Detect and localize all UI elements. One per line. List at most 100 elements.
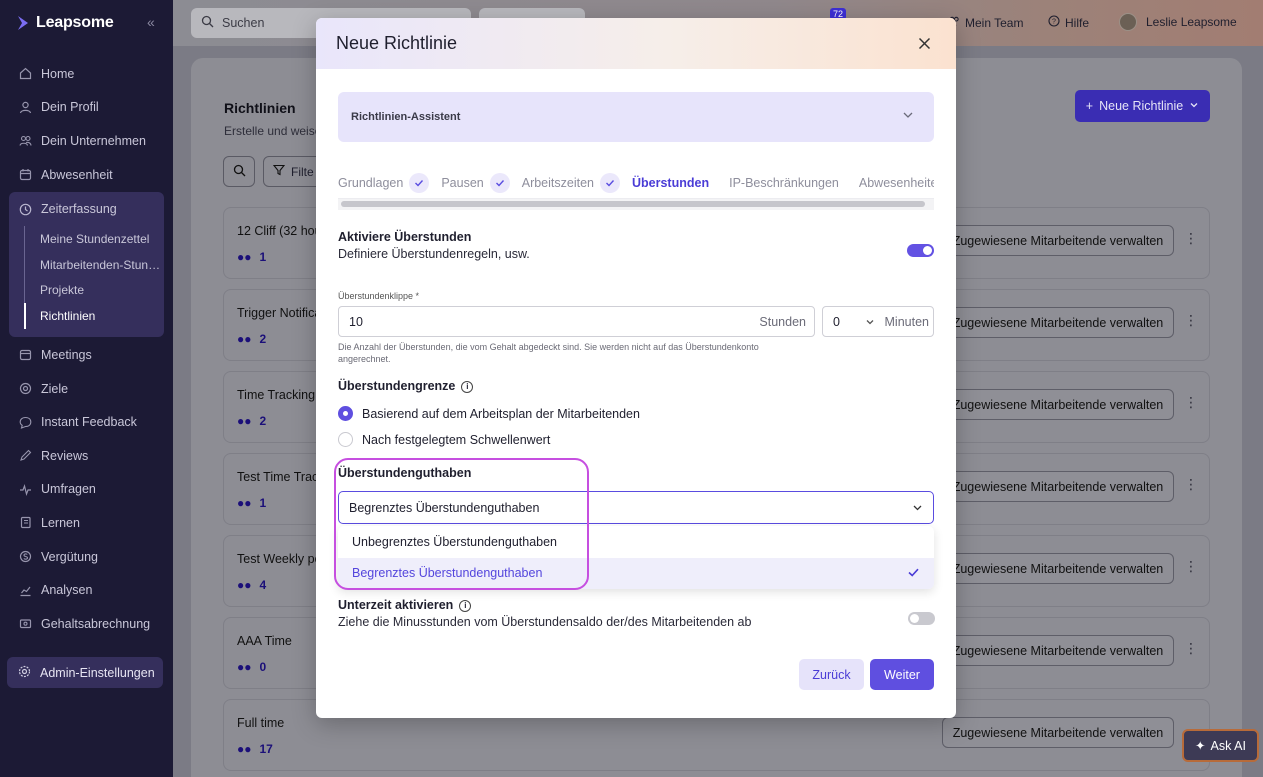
manage-employees-button[interactable]: Zugewiesene Mitarbeitende verwalten bbox=[942, 389, 1174, 420]
manage-employees-button[interactable]: Zugewiesene Mitarbeitende verwalten bbox=[942, 553, 1174, 584]
chat-icon bbox=[18, 415, 32, 429]
filter-button[interactable]: Filte bbox=[263, 156, 323, 187]
more-options-icon[interactable]: ⋮ bbox=[1184, 476, 1198, 493]
more-options-icon[interactable]: ⋮ bbox=[1184, 312, 1198, 329]
sidebar-item-learning[interactable]: Lernen bbox=[0, 506, 173, 540]
limit-option-schedule[interactable]: Basierend auf dem Arbeitsplan der Mitarb… bbox=[338, 406, 640, 421]
manage-employees-button[interactable]: Zugewiesene Mitarbeitende verwalten bbox=[942, 307, 1174, 338]
search-button[interactable] bbox=[223, 156, 255, 187]
undertime-toggle[interactable] bbox=[908, 612, 935, 625]
my-team-link[interactable]: Mein Team bbox=[948, 15, 1023, 30]
more-options-icon[interactable]: ⋮ bbox=[1184, 640, 1198, 657]
step-breaks[interactable]: Pausen bbox=[441, 173, 510, 193]
users-icon: ●● bbox=[237, 496, 252, 510]
scrollbar-thumb[interactable] bbox=[341, 201, 925, 207]
sidebar-item-payroll[interactable]: Gehaltsabrechnung bbox=[0, 607, 173, 641]
step-basics[interactable]: Grundlagen bbox=[338, 173, 430, 193]
info-icon[interactable]: i bbox=[459, 599, 472, 612]
next-button[interactable]: Weiter bbox=[870, 659, 934, 690]
home-icon bbox=[18, 67, 32, 81]
sidebar-item-label: Gehaltsabrechnung bbox=[41, 616, 151, 631]
sidebar-item-instant-feedback[interactable]: Instant Feedback bbox=[0, 405, 173, 439]
new-policy-modal: Neue Richtlinie Richtlinien-Assistent Gr… bbox=[316, 18, 956, 718]
sidebar-item-absence[interactable]: Abwesenheit bbox=[0, 158, 173, 192]
sidebar-item-meetings[interactable]: Meetings bbox=[0, 338, 173, 372]
sidebar-item-label: Instant Feedback bbox=[41, 415, 137, 430]
info-icon[interactable]: i bbox=[461, 380, 474, 393]
sidebar-item-label: Reviews bbox=[41, 448, 89, 463]
filter-icon bbox=[272, 164, 286, 179]
overtime-cliff-minutes-select[interactable]: 0 Minuten bbox=[822, 306, 934, 337]
money-icon bbox=[18, 550, 32, 564]
limit-option-threshold[interactable]: Nach festgelegtem Schwellenwert bbox=[338, 432, 550, 447]
sidebar-item-profile[interactable]: Dein Profil bbox=[0, 91, 173, 125]
step-ip-restrictions[interactable]: IP-Beschränkungen bbox=[729, 176, 839, 190]
chevron-down-icon bbox=[912, 502, 923, 516]
manage-employees-button[interactable]: Zugewiesene Mitarbeitende verwalten bbox=[942, 225, 1174, 256]
sidebar-subitem-employee-timesheets[interactable]: Mitarbeitenden-Stun… bbox=[25, 252, 164, 278]
sidebar-item-home[interactable]: Home bbox=[0, 57, 173, 91]
page-subtitle: Erstelle und weise bbox=[224, 124, 322, 138]
sidebar-item-admin-settings[interactable]: Admin-Einstellungen bbox=[7, 657, 163, 688]
plus-icon: + bbox=[1085, 99, 1094, 113]
sidebar-item-reviews[interactable]: Reviews bbox=[0, 439, 173, 473]
step-working-hours[interactable]: Arbeitszeiten bbox=[522, 173, 620, 193]
option-limited-balance[interactable]: Begrenztes Überstundenguthaben bbox=[338, 557, 934, 589]
chevron-down-icon bbox=[865, 316, 875, 330]
option-unlimited-balance[interactable]: Unbegrenztes Überstundenguthaben bbox=[338, 526, 934, 558]
manage-employees-button[interactable]: Zugewiesene Mitarbeitende verwalten bbox=[942, 635, 1174, 666]
collapse-sidebar-icon[interactable]: « bbox=[147, 14, 155, 30]
policy-assistant-accordion[interactable]: Richtlinien-Assistent bbox=[338, 92, 934, 142]
sidebar-item-company[interactable]: Dein Unternehmen bbox=[0, 124, 173, 158]
overtime-cliff-hours-input[interactable]: 10 Stunden bbox=[338, 306, 815, 337]
option-label: Begrenztes Überstundenguthaben bbox=[352, 566, 543, 581]
steps-scrollbar[interactable] bbox=[338, 198, 934, 210]
sidebar-subitem-projects[interactable]: Projekte bbox=[25, 278, 164, 304]
more-options-icon[interactable]: ⋮ bbox=[1184, 558, 1198, 575]
option-label: Unbegrenztes Überstundenguthaben bbox=[352, 534, 558, 549]
sidebar-item-compensation[interactable]: Vergütung bbox=[0, 540, 173, 574]
step-absences[interactable]: Abwesenheite bbox=[859, 176, 934, 190]
manage-employees-button[interactable]: Zugewiesene Mitarbeitende verwalten bbox=[942, 717, 1174, 748]
sidebar-item-analytics[interactable]: Analysen bbox=[0, 573, 173, 607]
activate-overtime-toggle[interactable] bbox=[907, 244, 934, 257]
step-overtime[interactable]: Überstunden bbox=[632, 176, 709, 190]
app-logo[interactable]: Leapsome bbox=[16, 14, 114, 32]
more-options-icon[interactable]: ⋮ bbox=[1184, 230, 1198, 247]
overtime-balance-select[interactable]: Begrenztes Überstundenguthaben bbox=[338, 491, 934, 524]
close-icon[interactable] bbox=[914, 33, 934, 53]
wizard-steps: Grundlagen Pausen Arbeitszeiten Überstun… bbox=[338, 168, 934, 198]
my-team-label: Mein Team bbox=[965, 15, 1024, 30]
ask-ai-button[interactable]: ✦ Ask AI bbox=[1182, 729, 1259, 762]
sidebar-subitem-my-timesheets[interactable]: Meine Stundenzettel bbox=[25, 226, 164, 252]
radio-unselected[interactable] bbox=[338, 432, 353, 447]
sidebar-item-label: Analysen bbox=[41, 583, 93, 598]
radio-selected[interactable] bbox=[338, 406, 353, 421]
check-icon bbox=[907, 566, 920, 582]
sidebar-item-goals[interactable]: Ziele bbox=[0, 372, 173, 406]
policy-member-count: ●● 1 bbox=[237, 496, 266, 510]
users-icon: ●● bbox=[237, 250, 252, 264]
sidebar-item-label: Admin-Einstellungen bbox=[40, 665, 155, 680]
step-label: Pausen bbox=[441, 176, 484, 190]
help-link[interactable]: ? Hilfe bbox=[1048, 15, 1089, 30]
sidebar-item-time-tracking[interactable]: Zeiterfassung bbox=[9, 192, 164, 226]
sidebar-subitem-policies[interactable]: Richtlinien bbox=[24, 303, 164, 330]
radio-label: Basierend auf dem Arbeitsplan der Mitarb… bbox=[362, 406, 640, 421]
sidebar-item-label: Meetings bbox=[41, 347, 92, 362]
back-button[interactable]: Zurück bbox=[799, 659, 864, 690]
count-value: 0 bbox=[259, 660, 267, 674]
modal-header: Neue Richtlinie bbox=[316, 18, 956, 69]
count-value: 2 bbox=[259, 332, 267, 346]
activate-overtime-desc: Definiere Überstundenregeln, usw. bbox=[338, 247, 530, 261]
manage-employees-button[interactable]: Zugewiesene Mitarbeitende verwalten bbox=[942, 471, 1174, 502]
filter-label: Filte bbox=[291, 164, 314, 179]
undertime-desc: Ziehe die Minusstunden vom Überstundensa… bbox=[338, 615, 752, 629]
new-policy-button[interactable]: + Neue Richtlinie bbox=[1075, 90, 1210, 122]
sidebar-item-label: Ziele bbox=[41, 381, 69, 396]
minutes-suffix: Minuten bbox=[884, 315, 929, 329]
sidebar-item-surveys[interactable]: Umfragen bbox=[0, 473, 173, 507]
overtime-limit-title: Überstundengrenze i bbox=[338, 379, 474, 393]
user-menu[interactable]: Leslie Leapsome bbox=[1119, 13, 1237, 31]
more-options-icon[interactable]: ⋮ bbox=[1184, 394, 1198, 411]
